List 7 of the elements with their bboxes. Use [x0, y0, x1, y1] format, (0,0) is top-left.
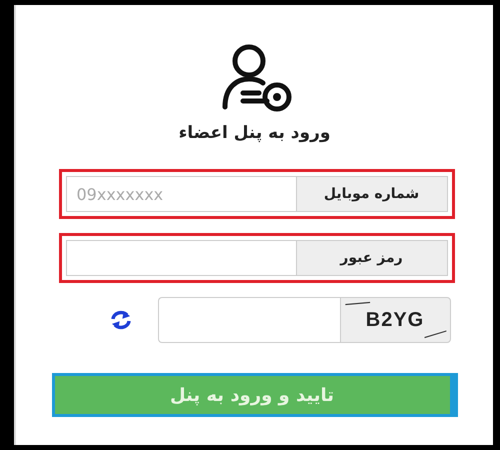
- captcha-field[interactable]: [158, 297, 340, 343]
- refresh-icon[interactable]: [110, 310, 132, 330]
- captcha-image: B2YG: [340, 297, 450, 343]
- field-label: رمز عبور: [296, 240, 448, 276]
- form-title: ورود به پنل اعضاء: [178, 123, 330, 143]
- field-label: شماره موبایل: [296, 176, 448, 212]
- input-field[interactable]: رمز عبور: [58, 233, 454, 283]
